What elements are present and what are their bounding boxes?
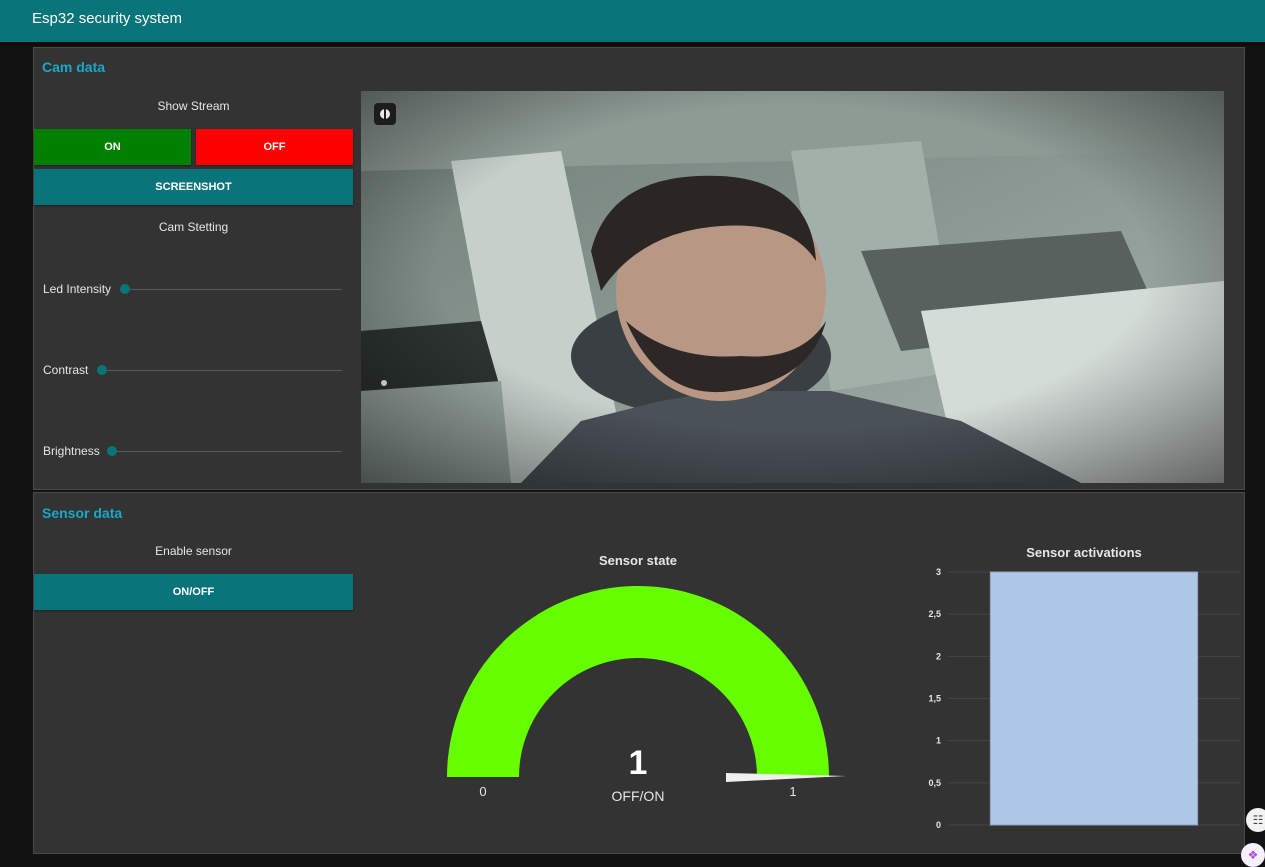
gauge-value: 1: [629, 744, 648, 782]
chart-bar: [989, 571, 1199, 826]
camera-stream: [361, 91, 1224, 483]
stream-on-button[interactable]: ON: [34, 129, 191, 165]
camera-icon: [380, 109, 390, 119]
slider-label-led-intensity: Led Intensity: [43, 282, 112, 296]
y-tick-label: 1: [936, 736, 941, 746]
chart-title: Sensor activations: [1026, 545, 1142, 560]
screenshot-button[interactable]: SCREENSHOT: [34, 169, 353, 205]
app-header: Esp32 security system: [0, 0, 1265, 42]
led-intensity-slider-thumb[interactable]: [120, 284, 130, 294]
stream-off-button[interactable]: OFF: [196, 129, 353, 165]
contrast-slider-thumb[interactable]: [97, 365, 107, 375]
sensor-card-title: Sensor data: [42, 505, 123, 521]
y-tick-label: 0: [936, 820, 941, 830]
gauge-max-label: 1: [789, 784, 796, 799]
gauge-unit: OFF/ON: [612, 788, 665, 804]
translate-icon[interactable]: ☷: [1246, 808, 1265, 832]
brightness-slider-thumb[interactable]: [107, 446, 117, 456]
brightness-slider[interactable]: [107, 451, 342, 452]
led-intensity-slider[interactable]: [120, 289, 342, 290]
cam-card-title: Cam data: [42, 59, 106, 75]
y-tick-label: 2,5: [928, 609, 941, 619]
slider-label-contrast: Contrast: [43, 363, 89, 377]
cam-setting-label: Cam Stetting: [158, 220, 229, 234]
camera-stream-image: [361, 91, 1224, 483]
show-stream-label: Show Stream: [157, 99, 230, 113]
camera-overlay-button[interactable]: [374, 103, 396, 125]
sensor-state-gauge: Sensor state 1 OFF/ON 0 1: [447, 553, 846, 804]
sensor-toggle-button[interactable]: ON/OFF: [34, 574, 353, 610]
contrast-slider[interactable]: [97, 370, 342, 371]
gauge-title: Sensor state: [599, 553, 677, 568]
y-tick-label: 1,5: [928, 694, 941, 704]
extension-icon[interactable]: ❖: [1241, 843, 1265, 867]
y-tick-label: 0,5: [928, 778, 941, 788]
enable-sensor-label: Enable sensor: [155, 544, 232, 558]
y-tick-label: 3: [936, 567, 941, 577]
gauge-min-label: 0: [479, 784, 486, 799]
sensor-activations-chart: Sensor activations 0 0,5 1 1,5 2 2,5 3: [928, 545, 1240, 830]
y-tick-label: 2: [936, 651, 941, 661]
app-title: Esp32 security system: [32, 10, 183, 27]
slider-label-brightness: Brightness: [43, 444, 100, 458]
